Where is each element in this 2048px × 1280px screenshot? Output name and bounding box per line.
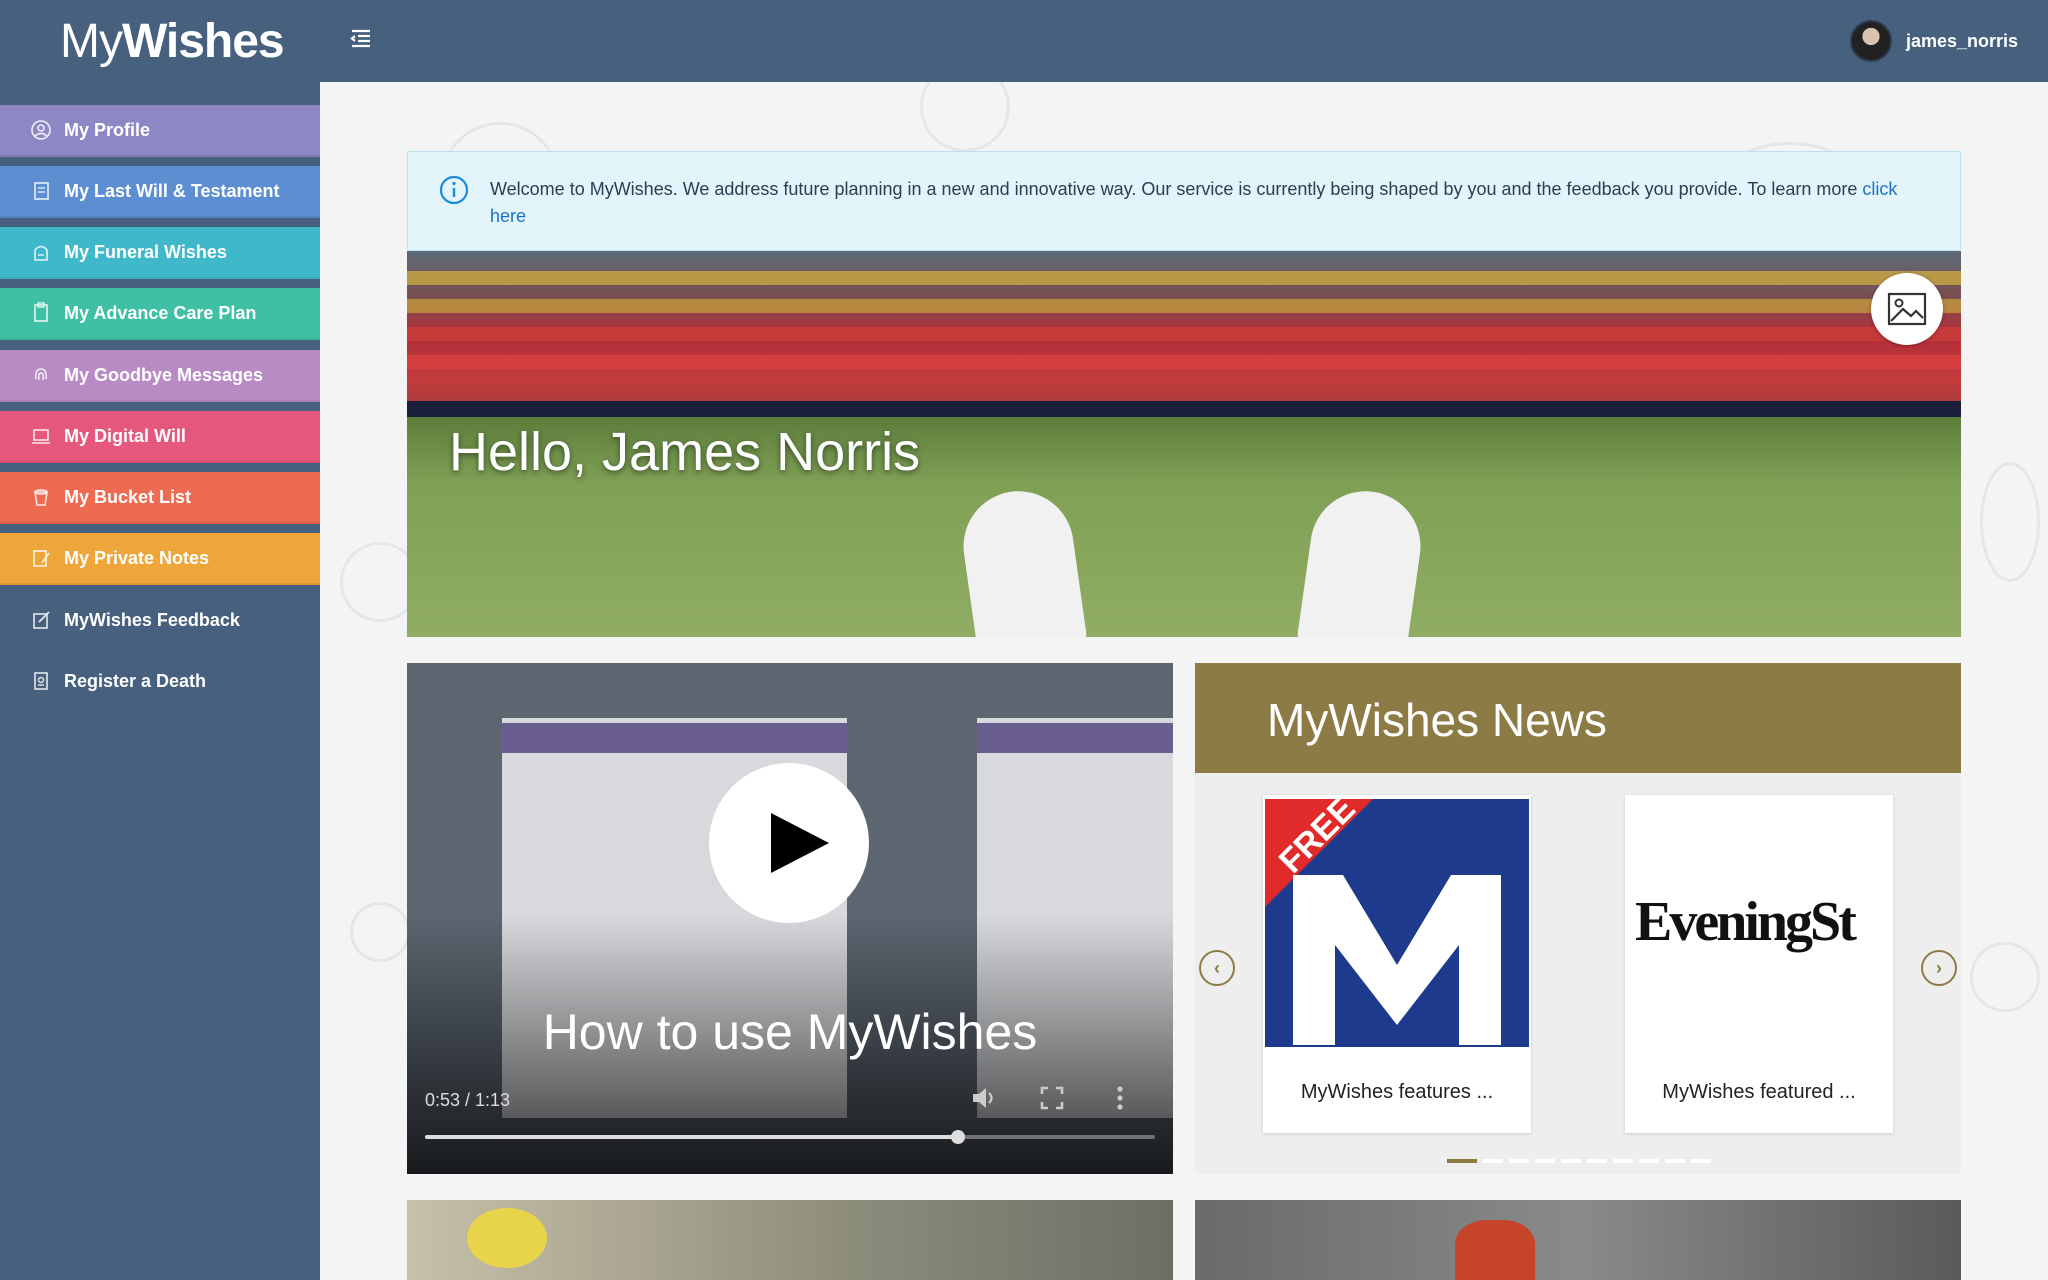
toy-image <box>1455 1220 1535 1280</box>
welcome-alert: Welcome to MyWishes. We address future p… <box>407 151 1961 251</box>
news-card-logo: EveningSt <box>1625 795 1893 1051</box>
left-boot <box>956 484 1088 637</box>
fingerprint-icon <box>30 364 52 386</box>
flower-image <box>467 1208 547 1268</box>
hero-greeting: Hello, James Norris <box>449 422 921 482</box>
user-circle-icon <box>30 119 52 141</box>
carousel-dot[interactable] <box>1587 1159 1607 1163</box>
care-plan-icon <box>30 302 52 324</box>
laptop-icon <box>30 425 52 447</box>
register-icon <box>30 670 52 692</box>
sidebar-item-my-private-notes[interactable]: My Private Notes <box>0 533 320 585</box>
evening-standard-logo: EveningSt <box>1635 891 1860 953</box>
video-progress-handle[interactable] <box>950 1130 965 1144</box>
app-logo[interactable]: MyWishes <box>60 14 285 69</box>
svg-text:EveningSt: EveningSt <box>1635 891 1857 953</box>
alert-text: Welcome to MyWishes. We address future p… <box>490 179 1898 226</box>
news-title: MyWishes News <box>1267 694 1607 746</box>
bottom-tile-right[interactable] <box>1195 1200 1961 1280</box>
sidebar-item-my-bucket-list[interactable]: My Bucket List <box>0 472 320 524</box>
news-card[interactable]: EveningSt MyWishes featured ... <box>1625 795 1893 1133</box>
sidebar-item-label: My Private Notes <box>64 547 210 568</box>
sidebar-item-my-goodbye-messages[interactable]: My Goodbye Messages <box>0 350 320 402</box>
news-card-logo: FREE <box>1263 795 1531 1051</box>
sidebar-item-label: My Digital Will <box>64 425 186 446</box>
news-card-caption: MyWishes features ... <box>1300 1081 1494 1103</box>
sidebar-item-label: Register a Death <box>64 670 207 691</box>
news-panel: MyWishes News ‹ FREE MyWishes features .… <box>1195 663 1961 1174</box>
funeral-icon <box>30 241 52 263</box>
carousel-dot[interactable] <box>1561 1159 1581 1163</box>
carousel-dot[interactable] <box>1639 1159 1659 1163</box>
user-menu[interactable]: james_norris <box>1849 20 2018 62</box>
sidebar-item-label: My Bucket List <box>64 486 192 507</box>
sidebar-item-label: My Profile <box>64 119 151 140</box>
video-progress-bar[interactable] <box>425 1130 1155 1144</box>
carousel-dot[interactable] <box>1447 1159 1477 1163</box>
hero-banner: Hello, James Norris <box>407 251 1961 637</box>
carousel-dot[interactable] <box>1483 1159 1503 1163</box>
news-next-button[interactable]: › <box>1921 950 1957 986</box>
image-icon <box>1887 292 1927 326</box>
video-time: 0:53 / 1:13 <box>425 1090 511 1110</box>
news-prev-button[interactable]: ‹ <box>1199 950 1235 986</box>
info-icon <box>439 175 469 205</box>
news-card[interactable]: FREE MyWishes features ... <box>1263 795 1531 1133</box>
right-boot <box>1296 484 1428 637</box>
sidebar-item-my-profile[interactable]: My Profile <box>0 105 320 157</box>
sidebar-item-mywishes-feedback[interactable]: MyWishes Feedback <box>0 594 320 646</box>
avatar[interactable] <box>1849 20 1892 62</box>
change-image-button[interactable] <box>1871 273 1943 345</box>
menu-toggle-icon[interactable] <box>348 26 374 52</box>
edit-icon <box>30 609 52 631</box>
play-button[interactable] <box>709 763 869 923</box>
bucket-icon <box>30 486 52 508</box>
sidebar-item-my-digital-will[interactable]: My Digital Will <box>0 411 320 463</box>
video-progress-fill <box>425 1135 958 1139</box>
sidebar-item-label: My Goodbye Messages <box>64 364 264 385</box>
top-bar: MyWishes james_norris <box>0 0 2048 82</box>
document-icon <box>30 180 52 202</box>
more-options-icon[interactable] <box>1105 1083 1135 1113</box>
carousel-dot[interactable] <box>1613 1159 1633 1163</box>
chevron-right-icon: › <box>1936 957 1942 978</box>
sidebar-item-label: My Advance Care Plan <box>64 302 257 323</box>
volume-icon[interactable] <box>969 1083 999 1113</box>
carousel-dot[interactable] <box>1509 1159 1529 1163</box>
sidebar-item-my-last-will-testament[interactable]: My Last Will & Testament <box>0 166 320 218</box>
sidebar-item-label: My Last Will & Testament <box>64 180 280 201</box>
sidebar-item-label: My Funeral Wishes <box>64 241 227 262</box>
chevron-left-icon: ‹ <box>1214 957 1220 978</box>
metro-logo: FREE <box>1263 795 1531 1051</box>
carousel-dot[interactable] <box>1691 1159 1711 1163</box>
video-title: How to use MyWishes <box>542 1004 1038 1060</box>
sidebar-item-my-advance-care-plan[interactable]: My Advance Care Plan <box>0 288 320 340</box>
sidebar-item-my-funeral-wishes[interactable]: My Funeral Wishes <box>0 227 320 279</box>
sidebar-item-label: MyWishes Feedback <box>64 609 240 630</box>
news-card-caption: MyWishes featured ... <box>1662 1081 1856 1103</box>
username[interactable]: james_norris <box>1906 31 2018 52</box>
news-header: MyWishes News <box>1195 663 1961 773</box>
video-player[interactable]: How to use MyWishes 0:53 / 1:13 <box>407 663 1173 1174</box>
fullscreen-icon[interactable] <box>1037 1083 1067 1113</box>
bottom-tile-left[interactable] <box>407 1200 1173 1280</box>
carousel-dot[interactable] <box>1535 1159 1555 1163</box>
news-carousel-dots <box>1447 1159 1711 1163</box>
carousel-dot[interactable] <box>1665 1159 1685 1163</box>
sidebar-item-register-a-death[interactable]: Register a Death <box>0 655 320 707</box>
notes-icon <box>30 547 52 569</box>
stadium-banner <box>407 401 1961 417</box>
